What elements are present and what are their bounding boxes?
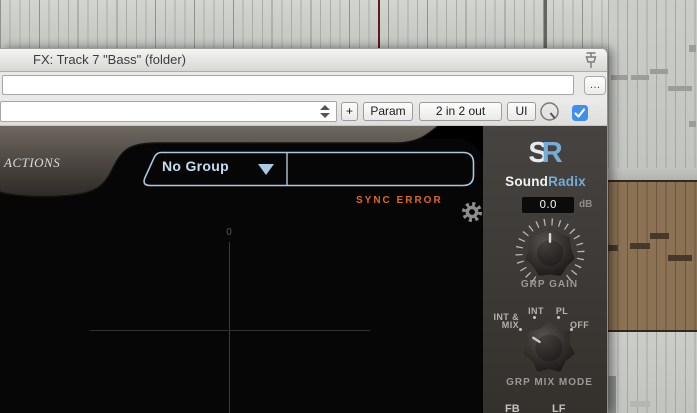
checkmark-icon <box>574 108 586 118</box>
gain-knob-pointer <box>548 233 552 243</box>
midi-note[interactable] <box>650 233 669 239</box>
settings-gear-icon[interactable] <box>461 201 483 223</box>
stepper-up-icon <box>320 105 330 110</box>
midi-note[interactable] <box>650 69 668 74</box>
midi-note[interactable] <box>630 401 650 407</box>
fx-enabled-checkbox[interactable] <box>572 105 588 121</box>
midi-note[interactable] <box>630 243 650 249</box>
grp-gain-unit: dB <box>579 199 593 210</box>
fx-toolbar: + Param 2 in 2 out UI <box>0 98 607 126</box>
ui-toggle-button[interactable]: UI <box>507 102 536 121</box>
wet-dry-knob-icon[interactable] <box>539 101 560 122</box>
graph-origin-label: 0 <box>226 227 232 238</box>
io-routing-button[interactable]: 2 in 2 out <box>419 102 502 121</box>
midi-note[interactable] <box>668 86 692 91</box>
preset-combobox[interactable] <box>0 101 337 122</box>
midi-note[interactable] <box>631 75 649 80</box>
section-marker-line <box>544 0 547 48</box>
fx-name-row: … <box>0 72 607 98</box>
window-titlebar[interactable]: FX: Track 7 "Bass" (folder) <box>0 49 607 72</box>
midi-note[interactable] <box>689 121 696 127</box>
logo-sound: Sound <box>505 174 549 189</box>
window-title: FX: Track 7 "Bass" (folder) <box>33 52 186 67</box>
group-selector-bar[interactable]: No Group <box>140 151 480 189</box>
pin-window-icon[interactable] <box>583 51 599 69</box>
media-item-clip[interactable] <box>608 180 697 332</box>
more-options-button[interactable]: … <box>584 76 606 95</box>
fx-chain-window: FX: Track 7 "Bass" (folder) … + Param 2 … <box>0 48 608 413</box>
logo-r: R <box>541 137 563 169</box>
logo-s: S <box>528 137 548 169</box>
playhead-line <box>378 0 380 48</box>
editor-column-bar <box>608 376 616 413</box>
midi-editor-grid-bottom[interactable] <box>608 332 697 413</box>
sync-error-status: SYNC ERROR <box>356 195 443 206</box>
preset-stepper[interactable] <box>320 105 330 118</box>
group-dropdown-arrow-icon[interactable] <box>258 164 274 175</box>
add-preset-button[interactable]: + <box>341 102 358 121</box>
fx-name-input[interactable] <box>2 75 574 95</box>
plugin-brand-text: ACTIONS <box>4 155 61 170</box>
midi-note[interactable] <box>689 45 696 52</box>
param-button[interactable]: Param <box>363 102 413 121</box>
group-selector-value[interactable]: No Group <box>162 158 229 174</box>
soundradix-logo: SR <box>483 137 607 169</box>
midi-note[interactable] <box>611 75 628 80</box>
midi-note[interactable] <box>668 255 692 261</box>
grp-gain-label: GRP GAIN <box>520 279 579 290</box>
timeline-ruler[interactable] <box>0 0 697 48</box>
grp-mix-mode-knob[interactable] <box>511 310 587 386</box>
editor-band <box>608 168 697 180</box>
plugin-right-panel: SR SoundRadix 0.0 dB GRP GAIN INT & MIX … <box>483 126 607 413</box>
grp-mix-mode-label: GRP MIX MODE <box>506 377 593 388</box>
grp-gain-value[interactable]: 0.0 <box>522 197 574 213</box>
midi-editor-grid-top[interactable] <box>608 0 697 170</box>
logo-radix: Radix <box>548 174 586 189</box>
soundradix-wordmark: SoundRadix <box>483 174 607 189</box>
fb-label: FB <box>505 403 520 413</box>
graph-horizontal-axis <box>90 330 370 331</box>
midi-note[interactable] <box>608 245 618 251</box>
plugin-ui: SR SoundRadix 0.0 dB GRP GAIN INT & MIX … <box>0 126 607 413</box>
graph-vertical-axis <box>229 242 230 413</box>
lf-label: LF <box>552 403 566 413</box>
stepper-down-icon <box>320 113 330 118</box>
